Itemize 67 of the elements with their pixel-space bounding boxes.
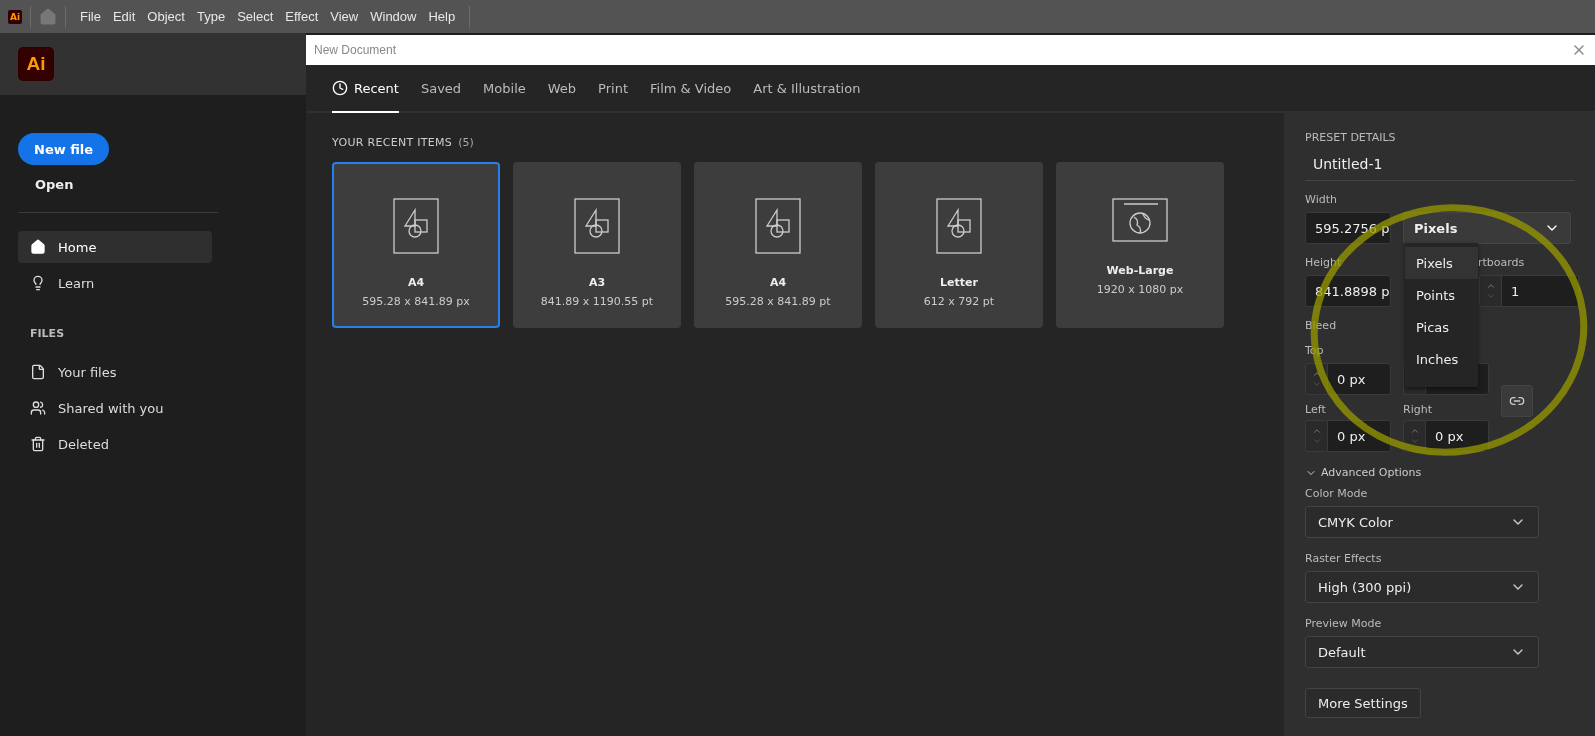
preset-card[interactable]: A3 841.89 x 1190.55 pt <box>513 162 681 328</box>
field-label: Top <box>1305 344 1324 357</box>
field-label: Left <box>1305 403 1326 416</box>
preset-size: 1920 x 1080 px <box>1096 283 1184 296</box>
bleed-top-field[interactable]: 0 px <box>1327 363 1391 395</box>
menu-item[interactable]: Window <box>364 9 423 24</box>
document-name-field[interactable]: Untitled-1 <box>1305 144 1575 181</box>
more-settings-button[interactable]: More Settings <box>1305 688 1421 718</box>
menu-option[interactable]: Points <box>1405 279 1478 311</box>
width-field[interactable]: 595.2756 p <box>1305 212 1391 244</box>
menu-item[interactable]: Effect <box>279 9 325 24</box>
preset-name: A4 <box>407 276 425 289</box>
field-label: Right <box>1403 403 1432 416</box>
dialog-title: New Document <box>314 43 397 57</box>
preset-name: A4 <box>769 276 787 289</box>
preset-name: Web-Large <box>1106 264 1174 277</box>
sidebar-item[interactable]: Home <box>18 231 212 263</box>
field-label: Width <box>1305 193 1337 206</box>
advanced-options-toggle[interactable]: Advanced Options <box>1305 466 1595 479</box>
height-field[interactable]: 841.8898 p <box>1305 275 1391 307</box>
new-file-button[interactable]: New file <box>18 133 110 165</box>
preset-size: 595.28 x 841.89 pt <box>725 295 831 308</box>
preset-card[interactable]: Letter 612 x 792 pt <box>875 162 1043 328</box>
raster-effects-dropdown[interactable]: High (300 ppi) <box>1305 571 1539 603</box>
menu-option[interactable]: Inches <box>1405 343 1478 375</box>
app-logo[interactable]: Ai <box>8 9 22 24</box>
item-count: (5) <box>458 136 474 149</box>
preview-mode-dropdown[interactable]: Default <box>1305 636 1539 668</box>
tab[interactable]: Saved <box>420 65 462 113</box>
menu-item[interactable]: Select <box>231 9 280 24</box>
menu-item[interactable]: Type <box>190 9 232 24</box>
preset-size: 595.28 x 841.89 px <box>362 295 470 308</box>
preset-size: 612 x 792 pt <box>923 295 995 308</box>
sidebar-item[interactable]: Your files <box>18 354 306 390</box>
field-label: Raster Effects <box>1305 552 1382 565</box>
tab[interactable]: Web <box>547 65 577 113</box>
preset-name: Letter <box>940 276 978 289</box>
tab[interactable]: Film & Video <box>650 65 732 113</box>
menu-option[interactable]: Pixels <box>1405 247 1478 279</box>
sidebar-item[interactable]: Deleted <box>18 426 306 462</box>
sidebar-item[interactable]: Learn <box>18 267 212 299</box>
section-heading: FILES <box>30 327 66 340</box>
menu-item[interactable]: Help <box>422 9 462 24</box>
color-mode-dropdown[interactable]: CMYK Color <box>1305 506 1539 538</box>
artboards-field[interactable]: 1 <box>1501 275 1579 307</box>
tab[interactable]: Art & Illustration <box>753 65 861 113</box>
menu-item[interactable]: View <box>324 9 365 24</box>
preset-size: 841.89 x 1190.55 pt <box>540 295 654 308</box>
preset-name: A3 <box>588 276 606 289</box>
open-button[interactable]: Open <box>35 177 74 192</box>
app-logo: Ai <box>18 47 54 81</box>
tab[interactable]: Print <box>598 65 628 113</box>
tab[interactable]: Recent <box>332 65 399 113</box>
menu-item[interactable]: File <box>74 9 107 24</box>
field-label: rtboards <box>1478 256 1525 269</box>
menu-item[interactable]: Object <box>141 9 191 24</box>
field-label: Color Mode <box>1305 487 1368 500</box>
tab[interactable]: Mobile <box>483 65 526 113</box>
sidebar-item[interactable]: Shared with you <box>18 390 306 426</box>
preset-card[interactable]: A4 595.28 x 841.89 pt <box>694 162 862 328</box>
field-label: Preview Mode <box>1305 617 1382 630</box>
section-heading: YOUR RECENT ITEMS <box>332 136 453 149</box>
section-heading: PRESET DETAILS <box>1305 131 1396 144</box>
preset-card[interactable]: Web-Large 1920 x 1080 px <box>1056 162 1224 328</box>
menu-item[interactable]: Edit <box>106 9 142 24</box>
preset-card[interactable]: A4 595.28 x 841.89 px <box>332 162 500 328</box>
menu-option[interactable]: Picas <box>1405 311 1478 343</box>
